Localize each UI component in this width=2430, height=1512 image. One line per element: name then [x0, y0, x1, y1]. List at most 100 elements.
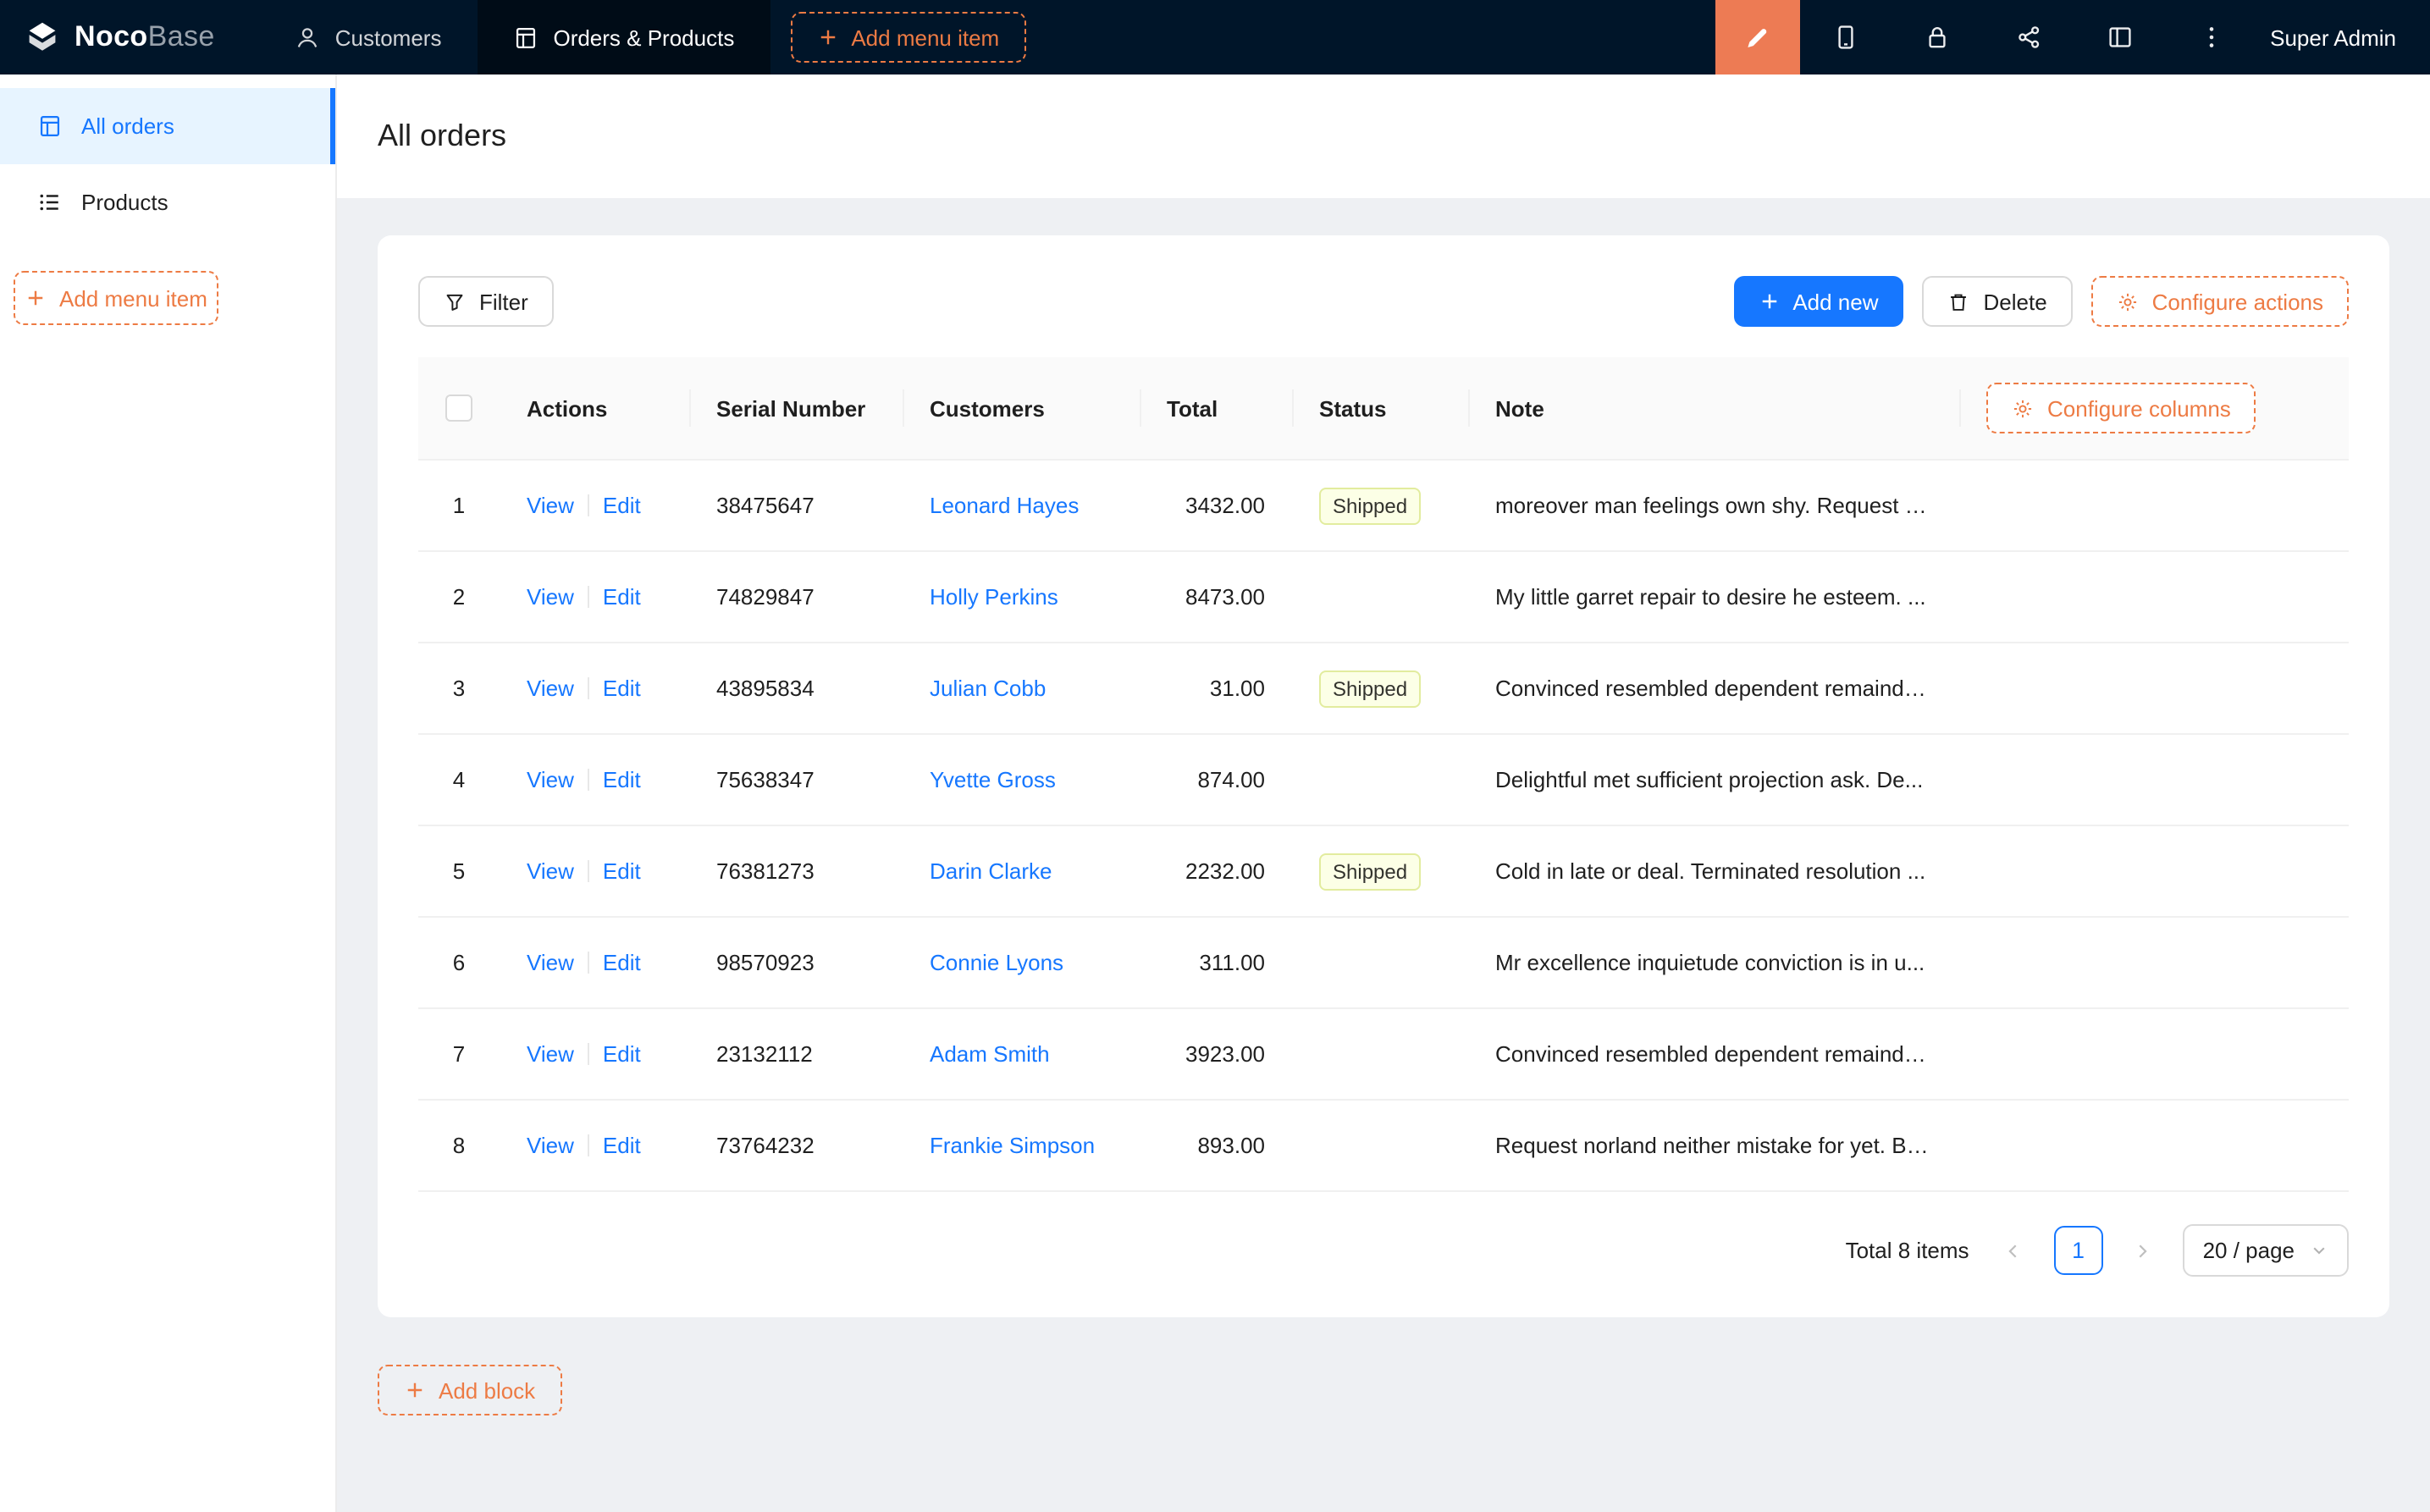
delete-label: Delete: [1984, 289, 2047, 314]
chevron-left-icon: [2004, 1240, 2024, 1261]
pagination-page-1[interactable]: 1: [2054, 1226, 2103, 1275]
total-value: 31.00: [1140, 643, 1292, 734]
customer-link[interactable]: Frankie Simpson: [930, 1132, 1095, 1157]
plus-icon: [1759, 291, 1779, 312]
row-index: 1: [418, 460, 500, 551]
edit-link[interactable]: Edit: [603, 675, 641, 700]
action-divider: [588, 494, 589, 516]
sidebar: All orders Products Add menu item: [0, 74, 337, 1512]
edit-link[interactable]: Edit: [603, 492, 641, 517]
add-menu-item-button-sidebar[interactable]: Add menu item: [14, 271, 219, 325]
serial-number: 38475647: [689, 460, 903, 551]
nocobase-logo[interactable]: NocoBase: [0, 0, 259, 74]
edit-link[interactable]: Edit: [603, 1040, 641, 1066]
column-header-customers: Customers: [903, 357, 1140, 460]
row-index: 6: [418, 917, 500, 1008]
highlighter-icon: [1742, 23, 1771, 52]
mobile-icon: [1831, 24, 1858, 51]
add-new-button[interactable]: Add new: [1733, 276, 1903, 327]
view-link[interactable]: View: [527, 858, 574, 883]
chevron-right-icon: [2133, 1240, 2153, 1261]
total-value: 893.00: [1140, 1100, 1292, 1191]
total-value: 8473.00: [1140, 551, 1292, 643]
sidebar-item-all-orders[interactable]: All orders: [0, 88, 335, 164]
sidebar-item-products[interactable]: Products: [0, 164, 335, 240]
note-text: moreover man feelings own shy. Request n…: [1468, 460, 1959, 551]
view-link[interactable]: View: [527, 583, 574, 609]
user-menu[interactable]: Super Admin: [2256, 0, 2430, 74]
lock-button[interactable]: [1891, 0, 1982, 74]
note-text: Convinced resembled dependent remainde..…: [1468, 643, 1959, 734]
customer-link[interactable]: Yvette Gross: [930, 766, 1056, 792]
more-dots-icon: [2197, 24, 2224, 51]
edit-link[interactable]: Edit: [603, 583, 641, 609]
serial-number: 75638347: [689, 734, 903, 825]
view-link[interactable]: View: [527, 766, 574, 792]
customer-link[interactable]: Connie Lyons: [930, 949, 1063, 974]
more-button[interactable]: [2165, 0, 2256, 74]
view-link[interactable]: View: [527, 675, 574, 700]
page-size-value: 20 / page: [2203, 1238, 2295, 1263]
pagination: Total 8 items 1: [418, 1224, 2349, 1277]
table-row: 8 ViewEdit 73764232 Frankie Simpson 893.…: [418, 1100, 2349, 1191]
main-area: All orders Filter: [337, 74, 2430, 1512]
configure-actions-label: Configure actions: [2152, 289, 2323, 314]
orders-table: Actions Serial Number Customers Total St…: [418, 357, 2349, 1192]
serial-number: 43895834: [689, 643, 903, 734]
delete-button[interactable]: Delete: [1923, 276, 2073, 327]
table-row: 2 ViewEdit 74829847 Holly Perkins 8473.0…: [418, 551, 2349, 643]
view-link[interactable]: View: [527, 492, 574, 517]
add-new-label: Add new: [1792, 289, 1878, 314]
column-header-total: Total: [1140, 357, 1292, 460]
action-divider: [588, 768, 589, 790]
content-area: Filter Add new: [337, 198, 2430, 1512]
page-size-select[interactable]: 20 / page: [2183, 1224, 2349, 1277]
edit-link[interactable]: Edit: [603, 766, 641, 792]
pagination-total: Total 8 items: [1846, 1238, 1969, 1263]
edit-link[interactable]: Edit: [603, 949, 641, 974]
customer-link[interactable]: Darin Clarke: [930, 858, 1052, 883]
add-menu-item-button-top[interactable]: Add menu item: [790, 12, 1026, 63]
customer-link[interactable]: Holly Perkins: [930, 583, 1058, 609]
note-text: My little garret repair to desire he est…: [1468, 551, 1959, 643]
plus-icon: [817, 27, 837, 47]
pagination-prev-button[interactable]: [1990, 1226, 2039, 1275]
column-header-note: Note: [1468, 357, 1959, 460]
gear-icon: [2012, 397, 2034, 419]
customer-link[interactable]: Julian Cobb: [930, 675, 1046, 700]
nav-item-customers[interactable]: Customers: [259, 0, 478, 74]
edit-link[interactable]: Edit: [603, 858, 641, 883]
column-header-serial-number: Serial Number: [689, 357, 903, 460]
table-row: 1 ViewEdit 38475647 Leonard Hayes 3432.0…: [418, 460, 2349, 551]
add-block-label: Add block: [439, 1377, 535, 1403]
serial-number: 76381273: [689, 825, 903, 917]
customer-link[interactable]: Adam Smith: [930, 1040, 1050, 1066]
note-text: Convinced resembled dependent remainde..…: [1468, 1008, 1959, 1100]
action-divider: [588, 951, 589, 973]
action-divider: [588, 859, 589, 881]
filter-button[interactable]: Filter: [418, 276, 554, 327]
row-index: 5: [418, 825, 500, 917]
customer-link[interactable]: Leonard Hayes: [930, 492, 1079, 517]
plus-icon: [405, 1380, 425, 1400]
add-block-button[interactable]: Add block: [378, 1365, 562, 1415]
configure-actions-button[interactable]: Configure actions: [2091, 276, 2349, 327]
ui-editor-toggle-button[interactable]: [1715, 0, 1799, 74]
table-row: 5 ViewEdit 76381273 Darin Clarke 2232.00…: [418, 825, 2349, 917]
api-button[interactable]: [1982, 0, 2074, 74]
row-index: 2: [418, 551, 500, 643]
layout-button[interactable]: [2074, 0, 2165, 74]
all-orders-icon: [37, 113, 63, 139]
view-link[interactable]: View: [527, 949, 574, 974]
pagination-next-button[interactable]: [2118, 1226, 2168, 1275]
nav-item-orders-products[interactable]: Orders & Products: [477, 0, 770, 74]
view-link[interactable]: View: [527, 1132, 574, 1157]
view-link[interactable]: View: [527, 1040, 574, 1066]
note-text: Delightful met sufficient projection ask…: [1468, 734, 1959, 825]
edit-link[interactable]: Edit: [603, 1132, 641, 1157]
status-tag: Shipped: [1319, 853, 1421, 890]
mobile-button[interactable]: [1799, 0, 1891, 74]
action-divider: [588, 585, 589, 607]
configure-columns-button[interactable]: Configure columns: [1986, 383, 2256, 433]
select-all-checkbox[interactable]: [445, 395, 472, 422]
